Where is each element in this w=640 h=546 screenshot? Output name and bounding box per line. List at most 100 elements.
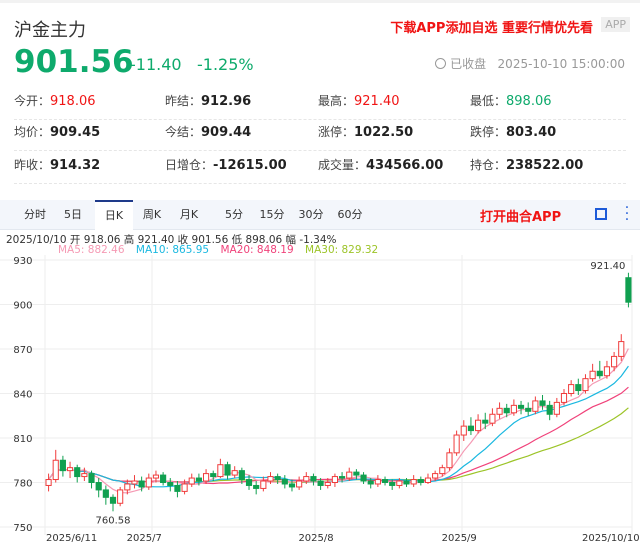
stats-row: 昨收：914.32 日增仓：-12615.00 成交量：434566.00 持仓：23… bbox=[14, 150, 626, 184]
y-tick-label: 750 bbox=[13, 523, 32, 534]
stats-row: 均价：909.45 今结：909.44 涨停：1022.50 跌停：803.40 bbox=[14, 117, 626, 151]
candle-down bbox=[195, 477, 202, 482]
tab-3[interactable]: 周K bbox=[133, 200, 171, 230]
tab-4[interactable]: 月K bbox=[170, 200, 208, 230]
candle-up bbox=[439, 467, 446, 475]
stat-label: 昨结： bbox=[165, 94, 202, 108]
clock-icon bbox=[435, 58, 447, 69]
candle-up bbox=[618, 341, 625, 357]
candle-up bbox=[188, 477, 195, 485]
candle-down bbox=[339, 476, 346, 479]
stat-value: -12615.00 bbox=[213, 158, 287, 173]
candle-up bbox=[424, 477, 432, 484]
stat-value: 909.45 bbox=[50, 125, 101, 140]
candle-down bbox=[517, 404, 525, 409]
app-badge[interactable]: APP bbox=[601, 17, 630, 32]
candle-down bbox=[310, 476, 317, 482]
candle-up bbox=[374, 479, 381, 485]
contract-title: 沪金主力 bbox=[14, 20, 86, 41]
candle-up bbox=[496, 407, 503, 415]
candle-down bbox=[274, 476, 281, 481]
candle-down bbox=[238, 470, 245, 481]
tab-1[interactable]: 5日 bbox=[54, 200, 92, 230]
stat-value: 1022.50 bbox=[354, 125, 414, 140]
stat-value: 909.44 bbox=[201, 125, 252, 140]
candle-up bbox=[582, 378, 589, 392]
stat-item: 持仓：238522.00 bbox=[470, 156, 583, 173]
stat-value: 434566.00 bbox=[366, 158, 444, 173]
candle-up bbox=[611, 355, 618, 368]
candle-down bbox=[281, 479, 288, 485]
candle-up bbox=[124, 483, 131, 491]
stat-item: 成交量：434566.00 bbox=[318, 156, 443, 173]
tab-5[interactable]: 5分 bbox=[215, 200, 253, 230]
candle-down bbox=[596, 370, 603, 377]
x-axis-label: 2025/7 bbox=[126, 533, 162, 544]
stat-item: 今开：918.06 bbox=[14, 92, 96, 109]
candle-down bbox=[59, 459, 66, 472]
candle-down bbox=[467, 425, 475, 432]
fullscreen-icon[interactable] bbox=[595, 208, 607, 220]
stat-value: 898.06 bbox=[506, 94, 552, 109]
price-change-pct: -1.25% bbox=[197, 55, 254, 74]
open-app-link[interactable]: 打开曲合APP bbox=[480, 206, 561, 225]
stat-label: 今结： bbox=[165, 125, 202, 139]
candle-down bbox=[353, 471, 360, 476]
y-tick-label: 780 bbox=[13, 479, 32, 490]
stat-label: 昨收： bbox=[14, 158, 51, 172]
tab-2[interactable]: 日K bbox=[95, 200, 133, 230]
candle-up bbox=[553, 401, 560, 415]
tab-0[interactable]: 分时 bbox=[16, 200, 54, 230]
y-tick-label: 930 bbox=[13, 256, 32, 267]
x-axis-label: 2025/6/11 bbox=[46, 533, 98, 544]
candle-down bbox=[625, 277, 632, 303]
candle-up bbox=[560, 393, 568, 403]
stat-item: 跌停：803.40 bbox=[470, 123, 556, 140]
candle-down bbox=[102, 489, 109, 498]
stat-item: 涨停：1022.50 bbox=[318, 123, 413, 140]
candle-down bbox=[74, 467, 81, 478]
candle-down bbox=[138, 480, 145, 488]
candle-up bbox=[202, 473, 210, 482]
candle-up bbox=[603, 366, 611, 377]
tab-7[interactable]: 30分 bbox=[292, 200, 330, 230]
stat-value: 912.96 bbox=[201, 94, 252, 109]
stats-row: 今开：918.06 昨结：912.96 最高：921.40 最低：898.06 bbox=[14, 86, 626, 120]
candle-down bbox=[174, 484, 181, 492]
candle-up bbox=[145, 477, 152, 488]
stat-label: 最高： bbox=[318, 94, 355, 108]
y-tick-label: 870 bbox=[13, 345, 32, 356]
candle-down bbox=[224, 464, 231, 476]
candle-down bbox=[403, 480, 410, 485]
x-axis-label: 2025/9 bbox=[441, 533, 477, 544]
candle-up bbox=[460, 425, 467, 436]
candle-up bbox=[267, 476, 274, 482]
candle-up bbox=[45, 479, 52, 486]
top-divider bbox=[0, 0, 640, 3]
stat-label: 日增仓： bbox=[165, 158, 214, 172]
stat-item: 最低：898.06 bbox=[470, 92, 552, 109]
y-tick-label: 900 bbox=[13, 301, 32, 312]
status-text: 已收盘 bbox=[450, 57, 487, 71]
more-icon[interactable]: · · · bbox=[624, 201, 630, 227]
candle-down bbox=[253, 484, 260, 489]
candle-up bbox=[231, 470, 238, 476]
candle-up bbox=[131, 480, 138, 485]
tab-8[interactable]: 60分 bbox=[331, 200, 369, 230]
candle-down bbox=[210, 473, 217, 478]
candle-up bbox=[324, 482, 331, 486]
stat-item: 日增仓：-12615.00 bbox=[165, 156, 287, 173]
candle-up bbox=[453, 434, 460, 454]
tab-6[interactable]: 15分 bbox=[253, 200, 291, 230]
kline-chart[interactable]: 930 900 870 840 810 780 750 921.40 760.58 bbox=[0, 255, 640, 535]
candle-down bbox=[367, 480, 374, 485]
candle-down bbox=[167, 482, 174, 486]
download-app-promo[interactable]: 下载APP添加自选 重要行情优先看 bbox=[390, 17, 593, 36]
candle-up bbox=[181, 483, 188, 492]
stat-item: 今结：909.44 bbox=[165, 123, 251, 140]
y-tick-label: 840 bbox=[13, 390, 32, 401]
candle-down bbox=[381, 479, 389, 484]
candle-up bbox=[117, 489, 124, 504]
candle-up bbox=[81, 473, 88, 478]
stat-label: 最低： bbox=[470, 94, 507, 108]
